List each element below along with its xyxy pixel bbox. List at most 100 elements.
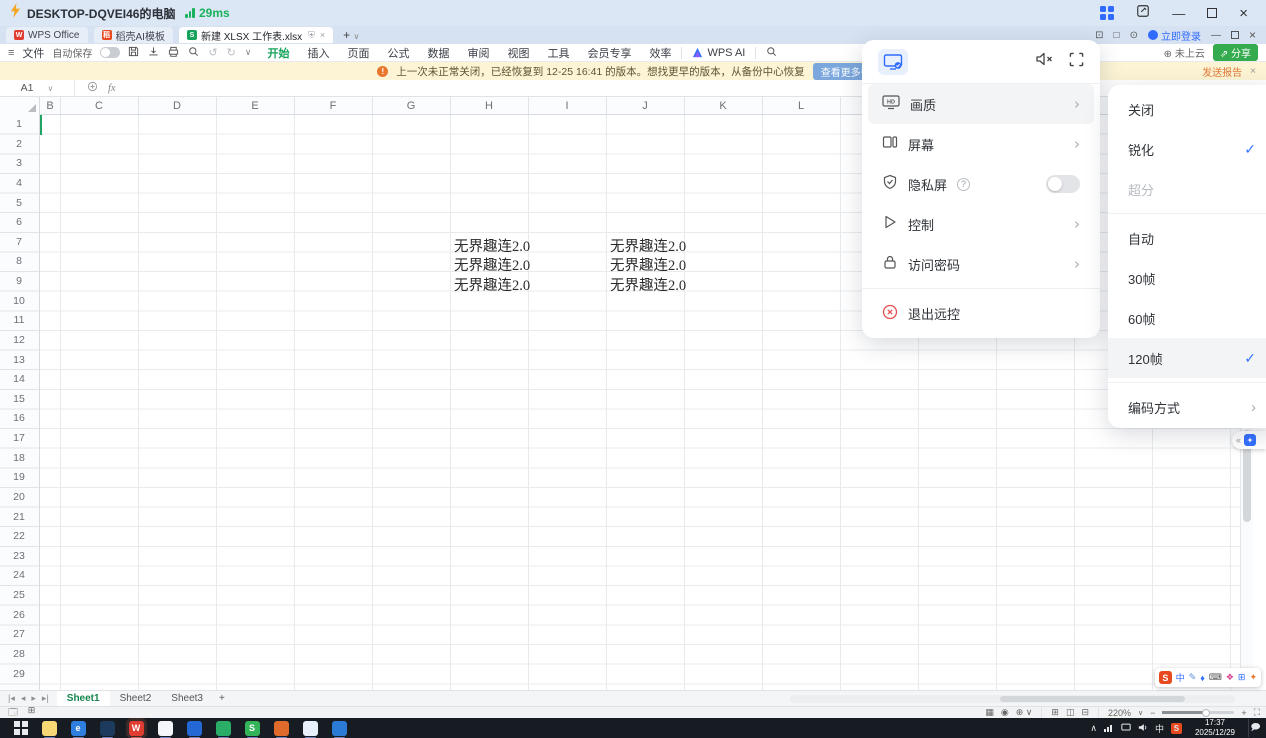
print-icon[interactable] (168, 46, 179, 60)
row-header-19[interactable]: 19 (0, 468, 38, 488)
column-header-C[interactable]: C (60, 97, 138, 115)
taskbar-app-app-orange[interactable] (274, 721, 289, 736)
cloud-status[interactable]: ⊕ 未上云 (1164, 45, 1205, 60)
row-header-6[interactable]: 6 (0, 213, 38, 233)
horizontal-scrollbar[interactable] (790, 695, 1235, 703)
apps-grid-icon[interactable] (1100, 6, 1114, 20)
ribbon-tab-4[interactable]: 数据 (427, 43, 449, 63)
taskbar-app-wps-office[interactable]: W (129, 721, 144, 736)
ribbon-tab-7[interactable]: 工具 (547, 43, 569, 63)
horizontal-scrollbar-thumb[interactable] (1000, 696, 1185, 702)
network-icon[interactable] (1104, 719, 1114, 737)
row-header-21[interactable]: 21 (0, 508, 38, 528)
wps-tab-2[interactable]: S新建 XLSX 工作表.xlsx⛨× (179, 27, 333, 43)
ime-skin-icon[interactable]: ❖ (1226, 672, 1234, 683)
more-chevron-icon[interactable]: ∨ (245, 47, 252, 58)
sheet-tab-sheet3[interactable]: Sheet3 (161, 691, 213, 706)
taskbar-app-file-explorer[interactable] (42, 721, 57, 736)
ime-pen-icon[interactable]: ✎ (1189, 672, 1197, 683)
volume-icon[interactable] (1138, 719, 1148, 737)
column-header-L[interactable]: L (762, 97, 840, 115)
quality-option-fps-120[interactable]: 120帧✓ (1108, 338, 1266, 378)
notes-icon[interactable] (1136, 4, 1150, 23)
fullscreen-icon[interactable] (1069, 52, 1084, 72)
taskbar-app-steam[interactable] (100, 721, 115, 736)
taskbar-app-app-blue-swirl[interactable] (187, 721, 202, 736)
taskbar-app-app-blue-white[interactable] (303, 721, 318, 736)
ai-assistant-widget[interactable]: « ✦ (1232, 431, 1266, 449)
row-header-15[interactable]: 15 (0, 390, 38, 410)
session-monitor-icon[interactable] (878, 49, 908, 75)
column-header-B[interactable]: B (40, 97, 60, 115)
row-header-24[interactable]: 24 (0, 566, 38, 586)
file-menu[interactable]: 文件 (22, 45, 44, 61)
redo-icon[interactable]: ↻ (227, 46, 236, 59)
row-header-25[interactable]: 25 (0, 586, 38, 606)
column-header-J[interactable]: J (606, 97, 684, 115)
wps-tab-0[interactable]: WWPS Office (6, 27, 88, 43)
window-icon[interactable]: □ (1114, 30, 1120, 41)
quality-option-off[interactable]: 关闭 (1108, 89, 1266, 129)
ribbon-tab-6[interactable]: 视图 (507, 43, 529, 63)
wps-minimize-button[interactable]: — (1211, 30, 1221, 41)
hamburger-icon[interactable]: ≡ (8, 47, 14, 59)
zoom-slider[interactable] (1162, 711, 1234, 714)
menu-item-screen[interactable]: 屏幕› (868, 124, 1094, 164)
exit-remote-button[interactable]: 退出远控 (862, 293, 1100, 333)
row-header-18[interactable]: 18 (0, 449, 38, 469)
ribbon-tab-5[interactable]: 审阅 (467, 43, 489, 63)
sheet-nav-next-icon[interactable]: ▸ (31, 693, 36, 704)
tab-close-icon[interactable]: × (320, 30, 325, 40)
start-button[interactable] (14, 721, 28, 735)
name-box[interactable]: A1∨ (0, 80, 75, 96)
language-icon[interactable]: ⊕ ∨ (1016, 707, 1033, 718)
select-all-corner[interactable] (0, 97, 40, 115)
row-header-12[interactable]: 12 (0, 331, 38, 351)
row-header-14[interactable]: 14 (0, 370, 38, 390)
row-header-3[interactable]: 3 (0, 154, 38, 174)
row-header-22[interactable]: 22 (0, 527, 38, 547)
wps-ai-button[interactable]: WPS AI (692, 47, 745, 59)
ribbon-tab-0[interactable]: 开始 (267, 43, 289, 63)
preview-icon[interactable] (188, 46, 199, 60)
ribbon-tab-3[interactable]: 公式 (387, 43, 409, 63)
notice-close-icon[interactable]: × (1250, 66, 1256, 77)
quality-option-encoding[interactable]: 编码方式› (1108, 387, 1266, 427)
maximize-button[interactable] (1207, 8, 1217, 18)
reference-icon[interactable] (87, 81, 98, 95)
row-header-20[interactable]: 20 (0, 488, 38, 508)
row-header-7[interactable]: 7 (0, 233, 38, 253)
namebox-chevron-icon[interactable]: ∨ (47, 84, 53, 93)
share-button[interactable]: ⇗ 分享 (1213, 44, 1258, 61)
zoom-out-button[interactable]: − (1150, 708, 1155, 718)
row-header-28[interactable]: 28 (0, 645, 38, 665)
login-button[interactable]: 立即登录 (1148, 28, 1201, 43)
ime-keyboard-icon[interactable]: ⌨ (1209, 672, 1222, 683)
ribbon-tab-1[interactable]: 插入 (307, 43, 329, 63)
ime-settings-icon[interactable]: ✦ (1249, 672, 1257, 683)
taskbar-app-todesk[interactable] (158, 721, 173, 736)
sheet-nav-last-icon[interactable]: ▸| (42, 693, 49, 704)
row-header-10[interactable]: 10 (0, 292, 38, 312)
zoom-slider-knob[interactable] (1202, 709, 1210, 717)
taskbar-app-app-blue[interactable] (332, 721, 347, 736)
row-header-17[interactable]: 17 (0, 429, 38, 449)
wps-tab-1[interactable]: 稻稻壳AI模板 (94, 27, 173, 43)
wps-restore-button[interactable] (1231, 31, 1239, 39)
column-header-F[interactable]: F (294, 97, 372, 115)
taskbar-app-edge-browser[interactable]: e (71, 721, 86, 736)
column-header-G[interactable]: G (372, 97, 450, 115)
taskbar-app-sogou-pinyin[interactable]: S (245, 721, 260, 736)
help-icon[interactable]: ? (957, 178, 970, 191)
save-icon[interactable] (128, 46, 139, 60)
menu-item-control[interactable]: 控制› (868, 204, 1094, 244)
ime-toolbox-icon[interactable]: ⊞ (1238, 672, 1246, 683)
add-sheet-button[interactable]: + (219, 693, 225, 704)
zoom-in-button[interactable]: + (1241, 708, 1246, 718)
send-report-link[interactable]: 发送报告 (1202, 64, 1242, 79)
normal-view-icon[interactable]: ⊞ (1051, 707, 1059, 718)
insert-function-icon[interactable]: fx (108, 83, 116, 94)
row-header-26[interactable]: 26 (0, 606, 38, 626)
sheet-tab-sheet1[interactable]: Sheet1 (57, 691, 110, 706)
autosave-toggle[interactable] (100, 47, 120, 58)
